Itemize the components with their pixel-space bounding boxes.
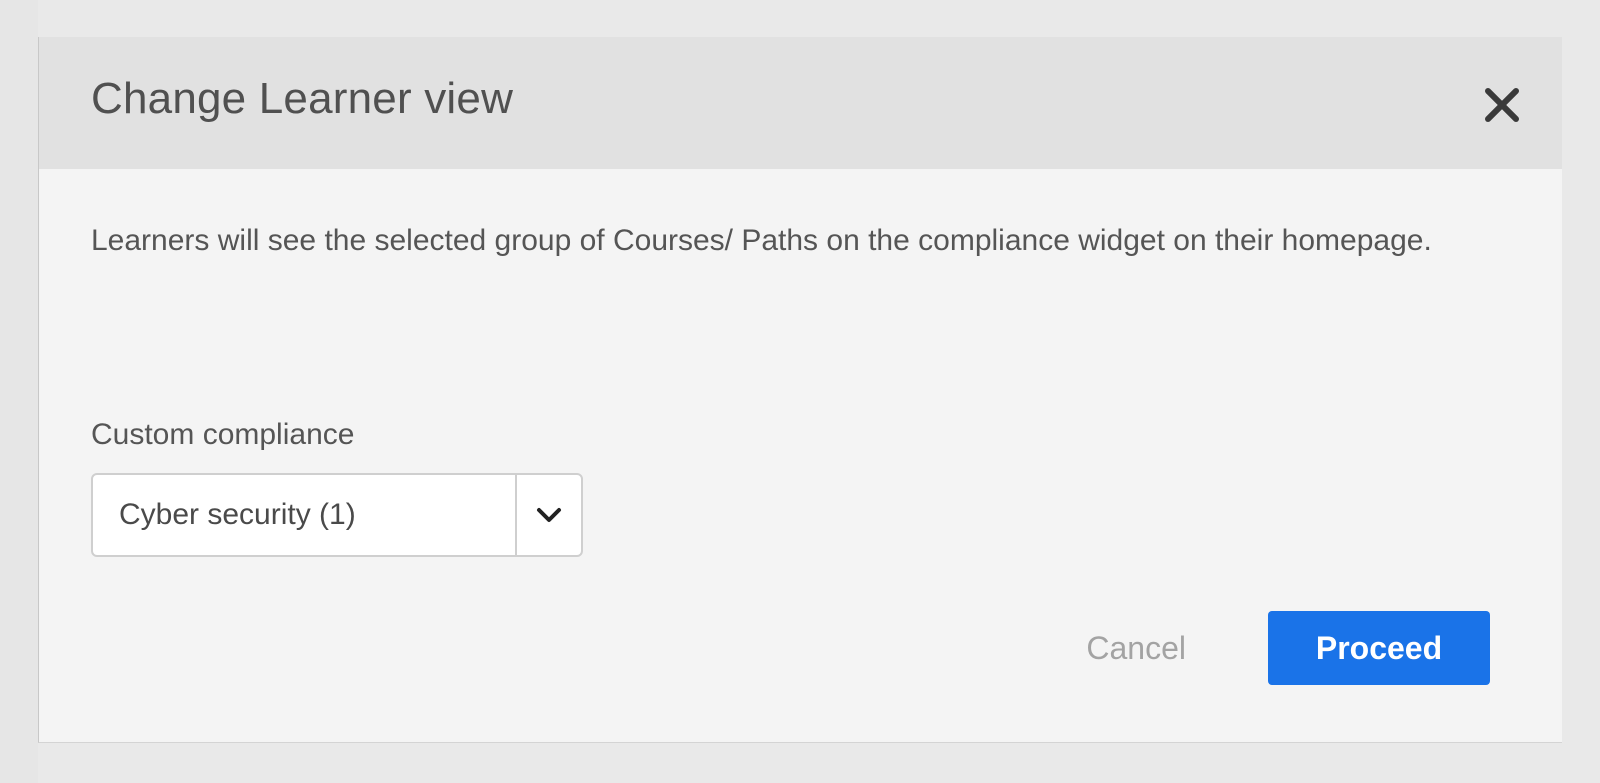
change-learner-view-dialog: Change Learner view Learners will see th… [38, 37, 1562, 743]
close-icon [1485, 88, 1519, 122]
dialog-actions: Cancel Proceed [1046, 611, 1490, 685]
backdrop [0, 0, 38, 783]
chevron-down-icon [537, 508, 561, 522]
custom-compliance-select[interactable]: Cyber security (1) [91, 473, 583, 557]
custom-compliance-label: Custom compliance [91, 418, 355, 451]
close-button[interactable] [1478, 81, 1526, 129]
dialog-header: Change Learner view [39, 37, 1562, 169]
dialog-description: Learners will see the selected group of … [91, 224, 1432, 257]
proceed-button[interactable]: Proceed [1268, 611, 1490, 685]
cancel-button[interactable]: Cancel [1046, 611, 1226, 685]
select-toggle[interactable] [515, 475, 581, 555]
dialog-title: Change Learner view [91, 74, 514, 123]
select-value: Cyber security (1) [119, 498, 356, 531]
